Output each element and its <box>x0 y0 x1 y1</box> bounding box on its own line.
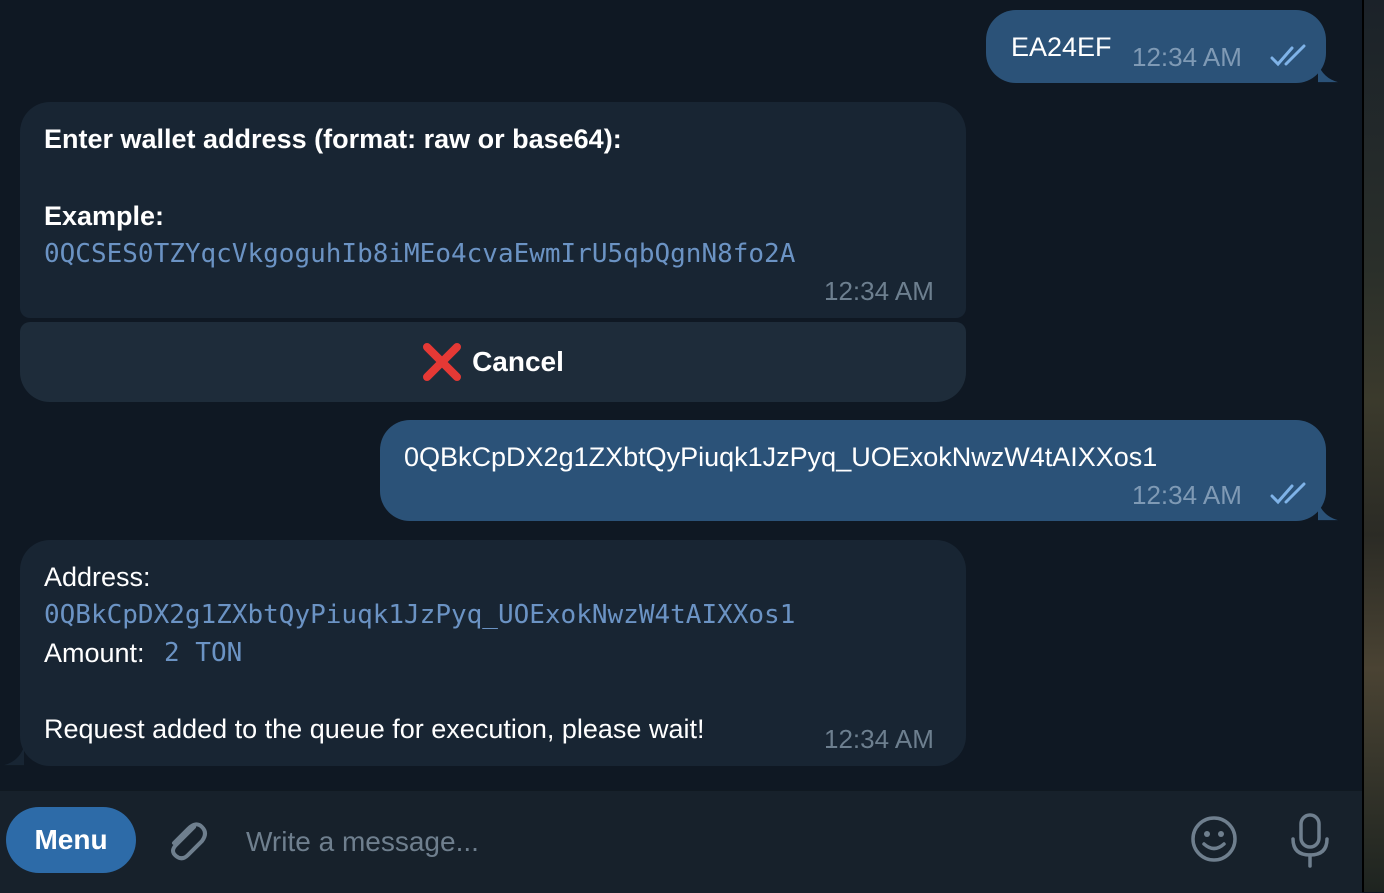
menu-button[interactable]: Menu <box>6 807 136 873</box>
bubble-tail <box>1318 63 1338 83</box>
outgoing-message-address[interactable]: 0QBkCpDX2g1ZXbtQyPiuqk1JzPyq_UOExokNwzW4… <box>380 420 1326 521</box>
message-time: 12:34 AM <box>824 724 934 754</box>
smiley-icon[interactable] <box>1188 813 1240 865</box>
cancel-label: Cancel <box>472 346 564 377</box>
example-address[interactable]: 0QCSES0TZYqcVkgoguhIb8iMEo4cvaEwmIrU5qbQ… <box>44 235 795 273</box>
double-check-icon <box>1270 482 1306 505</box>
amount-value[interactable]: 2 TON <box>164 634 242 672</box>
incoming-message-result[interactable]: Address: 0QBkCpDX2g1ZXbtQyPiuqk1JzPyq_UO… <box>20 540 966 766</box>
message-input[interactable] <box>244 813 1148 871</box>
microphone-icon[interactable] <box>1286 811 1334 871</box>
window-edge <box>1362 0 1384 892</box>
message-composer: Menu <box>0 790 1362 893</box>
red-cross-icon <box>423 343 462 381</box>
message-text: EA24EF <box>1011 32 1112 62</box>
example-label: Example: <box>44 201 165 231</box>
message-text: 0QBkCpDX2g1ZXbtQyPiuqk1JzPyq_UOExokNwzW4… <box>404 442 1158 472</box>
outgoing-message-code[interactable]: EA24EF 12:34 AM <box>986 10 1326 83</box>
message-time: 12:34 AM <box>1132 42 1242 72</box>
message-time: 12:34 AM <box>824 276 934 306</box>
amount-label: Amount: <box>44 638 145 668</box>
cancel-button[interactable]: Cancel <box>20 322 966 402</box>
status-text: Request added to the queue for execution… <box>44 714 705 744</box>
address-value[interactable]: 0QBkCpDX2g1ZXbtQyPiuqk1JzPyq_UOExokNwzW4… <box>44 596 795 634</box>
chat-area[interactable]: EA24EF 12:34 AM Enter wallet address (fo… <box>0 0 1362 790</box>
bubble-tail <box>1318 501 1338 521</box>
paperclip-icon[interactable] <box>160 813 212 865</box>
bubble-tail <box>4 746 24 766</box>
prompt-text: Enter wallet address (format: raw or bas… <box>44 124 622 154</box>
incoming-message-prompt[interactable]: Enter wallet address (format: raw or bas… <box>20 102 966 318</box>
address-label: Address: <box>44 562 151 592</box>
double-check-icon <box>1270 44 1306 67</box>
message-time: 12:34 AM <box>1132 480 1242 510</box>
